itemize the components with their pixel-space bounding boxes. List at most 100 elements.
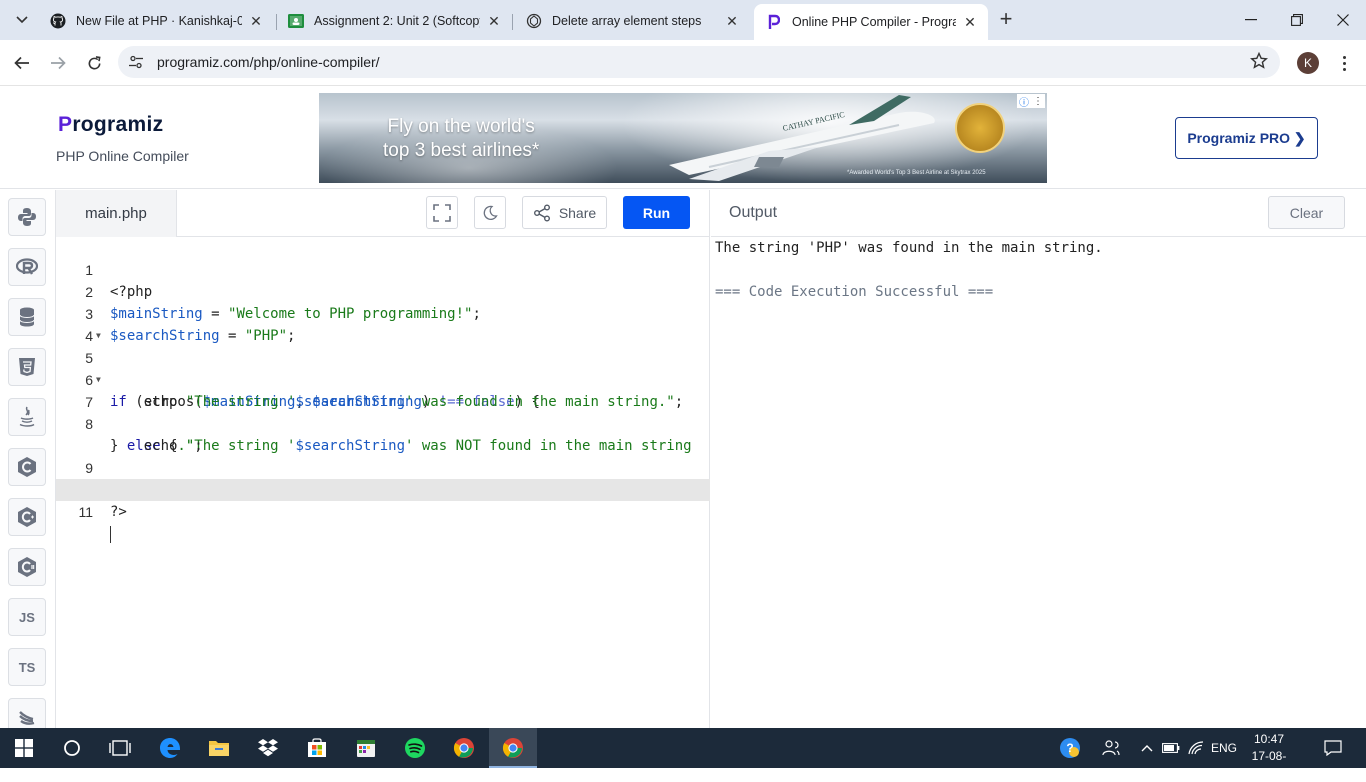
- forward-arrow-icon[interactable]: [45, 50, 71, 76]
- calendar-app-icon[interactable]: [342, 728, 390, 768]
- r-language-button[interactable]: [8, 248, 46, 286]
- search-icon[interactable]: [48, 728, 96, 768]
- system-clock[interactable]: 10:47 17-08-2025: [1240, 731, 1298, 782]
- tab-search-chevron-icon[interactable]: [8, 8, 36, 32]
- edge-browser-icon[interactable]: [146, 728, 194, 768]
- back-arrow-icon[interactable]: [9, 50, 35, 76]
- spotify-icon[interactable]: [391, 728, 439, 768]
- execution-status: === Code Execution Successful ===: [715, 284, 994, 300]
- close-tab-icon[interactable]: ✕: [248, 13, 264, 29]
- new-tab-button[interactable]: +: [994, 8, 1018, 32]
- people-icon[interactable]: [1100, 728, 1122, 768]
- line-number: 11: [78, 504, 93, 520]
- reload-icon[interactable]: [81, 50, 107, 76]
- programiz-logo[interactable]: Programiz: [58, 113, 163, 137]
- output-title: Output: [729, 204, 778, 221]
- output-panel: Output Clear The string 'PHP' was found …: [711, 190, 1366, 728]
- browser-tab-programiz[interactable]: Online PHP Compiler - Program ✕: [754, 4, 988, 40]
- js-label: JS: [19, 609, 35, 625]
- close-window-button[interactable]: [1320, 6, 1366, 34]
- chatgpt-icon: [526, 13, 542, 29]
- csharp-icon: [18, 557, 36, 577]
- html5-icon: [19, 358, 35, 376]
- minimize-window-button[interactable]: [1228, 6, 1274, 34]
- database-icon: [19, 307, 35, 327]
- input-language[interactable]: ENG: [1208, 728, 1240, 768]
- profile-avatar[interactable]: K: [1297, 52, 1319, 74]
- close-tab-icon[interactable]: ✕: [486, 13, 502, 29]
- share-icon: [533, 204, 550, 221]
- dropbox-icon[interactable]: [244, 728, 292, 768]
- code-line: 10 ?>: [56, 457, 710, 520]
- code-line-active[interactable]: 11: [56, 479, 710, 543]
- browser-tab-classroom[interactable]: Assignment 2: Unit 2 (Softcopy ✕: [276, 6, 512, 36]
- file-tab-main-php[interactable]: main.php: [56, 190, 177, 237]
- code-line-wrap: .";: [110, 438, 203, 454]
- tab-title: New File at PHP · Kanishkaj-09/: [76, 14, 242, 28]
- python-language-button[interactable]: [8, 198, 46, 236]
- restore-window-button[interactable]: [1274, 6, 1320, 34]
- code-line: 2 $mainString = "Welcome to PHP programm…: [56, 259, 710, 322]
- html-language-button[interactable]: [8, 348, 46, 386]
- windows-start-icon[interactable]: [0, 728, 48, 768]
- wifi-icon[interactable]: [1185, 728, 1207, 768]
- code-editor-panel: main.php Share Run 1 <?php 2 $mainString…: [56, 190, 710, 728]
- bookmark-star-icon[interactable]: [1250, 51, 1268, 75]
- tab-title: Delete array element steps: [552, 14, 702, 28]
- page-subtitle: PHP Online Compiler: [56, 148, 189, 164]
- cpp-language-button[interactable]: [8, 498, 46, 536]
- dark-mode-toggle[interactable]: [474, 196, 506, 229]
- chevron-up-icon[interactable]: [1137, 728, 1157, 768]
- advertisement-banner[interactable]: Fly on the world's top 3 best airlines* …: [319, 93, 1047, 183]
- close-tab-icon[interactable]: ✕: [724, 13, 740, 29]
- output-console[interactable]: The string 'PHP' was found in the main s…: [715, 237, 1103, 303]
- language-sidebar: JS TS: [0, 190, 56, 728]
- battery-icon[interactable]: [1160, 728, 1182, 768]
- tab-separator: [512, 14, 513, 30]
- browser-menu-icon[interactable]: [1334, 52, 1354, 74]
- csharp-language-button[interactable]: [8, 548, 46, 586]
- c-language-button[interactable]: [8, 448, 46, 486]
- browser-tab-github[interactable]: New File at PHP · Kanishkaj-09/ ✕: [38, 6, 274, 36]
- notification-icon[interactable]: [1320, 728, 1346, 768]
- programiz-pro-button[interactable]: Programiz PRO ❯: [1175, 117, 1318, 159]
- windows-taskbar: ? ENG 10:47 17-08-2025: [0, 728, 1366, 780]
- code-area[interactable]: 1 <?php 2 $mainString = "Welcome to PHP …: [56, 237, 710, 543]
- close-tab-icon[interactable]: ✕: [962, 14, 978, 30]
- code-line: 4: [56, 303, 710, 344]
- microsoft-store-icon[interactable]: [293, 728, 341, 768]
- site-settings-icon[interactable]: [128, 54, 144, 75]
- task-view-icon[interactable]: [96, 728, 144, 768]
- typescript-language-button[interactable]: TS: [8, 648, 46, 686]
- run-button[interactable]: Run: [623, 196, 690, 229]
- ad-headline: Fly on the world's top 3 best airlines*: [383, 116, 540, 161]
- python-icon: [18, 208, 36, 226]
- github-icon: [50, 13, 66, 29]
- address-bar[interactable]: programiz.com/php/online-compiler/: [118, 46, 1280, 78]
- javascript-language-button[interactable]: JS: [8, 598, 46, 636]
- tab-title: Assignment 2: Unit 2 (Softcopy: [314, 14, 480, 28]
- text-cursor: [110, 525, 111, 543]
- swift-icon: [19, 711, 35, 725]
- output-header: Output Clear: [711, 190, 1366, 237]
- ad-footnote: *Awarded World's Top 3 Best Airline at S…: [847, 170, 986, 176]
- ad-info-icon[interactable]: ⓘ ⋮: [1017, 94, 1045, 109]
- java-language-button[interactable]: [8, 398, 46, 436]
- code-line: 6 echo "The string '$searchString' was f…: [56, 347, 710, 410]
- help-icon[interactable]: ?: [1058, 728, 1082, 768]
- browser-tab-chatgpt[interactable]: Delete array element steps ✕: [514, 6, 750, 36]
- swift-language-button[interactable]: [8, 698, 46, 728]
- sql-language-button[interactable]: [8, 298, 46, 336]
- clear-button[interactable]: Clear: [1268, 196, 1345, 229]
- chrome-icon[interactable]: [440, 728, 488, 768]
- chrome-active-icon[interactable]: [489, 728, 537, 768]
- fullscreen-button[interactable]: [426, 196, 458, 229]
- c-icon: [18, 457, 36, 477]
- fold-arrow-icon[interactable]: ▼: [96, 369, 101, 391]
- share-button[interactable]: Share: [522, 196, 607, 229]
- code-line: 8 echo "The string '$searchString' was N…: [56, 391, 710, 454]
- file-explorer-icon[interactable]: [195, 728, 243, 768]
- fold-arrow-icon[interactable]: ▼: [96, 325, 101, 347]
- address-bar-url: programiz.com/php/online-compiler/: [157, 54, 380, 70]
- code-line: 1 <?php: [56, 237, 710, 300]
